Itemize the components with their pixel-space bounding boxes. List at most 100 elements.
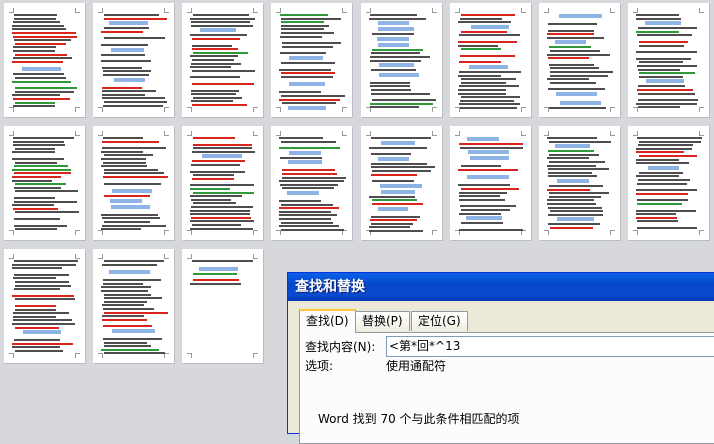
text-line: [104, 27, 149, 30]
text-line: [372, 199, 417, 202]
text-line: [549, 46, 591, 49]
page-corner-mark: [521, 107, 526, 112]
text-line: [102, 304, 144, 307]
page-thumbnail[interactable]: [4, 126, 85, 240]
text-line: [102, 86, 142, 89]
text-line: [459, 212, 501, 215]
page-corner-mark: [521, 8, 526, 13]
text-line: [459, 61, 501, 64]
text-line: [192, 44, 232, 47]
text-line: [192, 38, 240, 40]
page-corner-mark: [98, 131, 103, 136]
text-line: [102, 66, 142, 69]
page-thumbnail[interactable]: [361, 126, 442, 240]
page-corner-mark: [633, 131, 638, 136]
text-line: [15, 161, 57, 164]
text-line: [458, 21, 511, 24]
text-line: [14, 186, 61, 189]
page-corner-mark: [9, 254, 14, 259]
page-thumbnail[interactable]: [4, 249, 85, 363]
page-thumbnail[interactable]: [182, 3, 263, 117]
page-corner-mark: [75, 353, 80, 358]
page-corner-mark: [75, 131, 80, 136]
page-thumbnail[interactable]: [628, 3, 709, 117]
page-thumbnail[interactable]: [539, 126, 620, 240]
text-line: [370, 56, 430, 58]
text-line: [12, 60, 63, 63]
page-thumbnail[interactable]: [271, 3, 352, 117]
tab-goto[interactable]: 定位(G): [411, 311, 468, 331]
text-line: [281, 228, 344, 231]
text-line: [192, 69, 255, 72]
text-line: [192, 48, 238, 51]
text-line: [550, 67, 599, 70]
page-thumbnail[interactable]: [450, 126, 531, 240]
text-line: [12, 294, 74, 297]
text-line: [104, 195, 150, 198]
highlighted-heading-line: [111, 204, 150, 209]
page-thumbnail[interactable]: [628, 126, 709, 240]
tab-replace[interactable]: 替换(P): [355, 311, 410, 331]
text-line: [191, 198, 231, 201]
page-corner-mark: [9, 230, 14, 235]
text-line: [282, 45, 333, 48]
page-thumbnail[interactable]: [93, 126, 174, 240]
text-line: [636, 57, 691, 60]
text-line: [191, 89, 239, 92]
highlighted-heading-line: [112, 189, 152, 194]
page-thumbnail[interactable]: [539, 3, 620, 117]
page-corner-mark: [164, 254, 169, 259]
text-line: [13, 21, 60, 24]
text-line: [550, 50, 600, 52]
text-line: [103, 282, 143, 285]
text-line: [104, 168, 158, 171]
text-line: [103, 161, 146, 164]
highlighted-heading-line: [379, 63, 414, 68]
page-thumbnail[interactable]: [4, 3, 85, 117]
find-replace-dialog: 查找和替换 查找(D) 替换(P) 定位(G) 查找内容(N): 选项: 使用通…: [287, 272, 714, 444]
page-thumbnail[interactable]: [361, 3, 442, 117]
highlighted-heading-line: [112, 329, 155, 333]
page-corner-mark: [164, 131, 169, 136]
text-line: [102, 224, 166, 227]
text-line: [14, 218, 60, 220]
text-line: [101, 290, 148, 292]
text-line: [279, 218, 331, 220]
text-line: [547, 188, 590, 191]
text-line: [192, 104, 247, 106]
text-line: [281, 17, 341, 20]
text-line: [547, 53, 610, 56]
text-line: [636, 216, 677, 219]
text-line: [636, 189, 697, 192]
text-line: [548, 150, 594, 153]
page-thumbnail[interactable]: [93, 3, 174, 117]
dialog-title-bar[interactable]: 查找和替换: [288, 273, 714, 301]
text-line: [639, 75, 683, 78]
text-line: [638, 85, 685, 88]
text-line: [280, 183, 338, 186]
text-line: [102, 315, 144, 318]
text-line: [13, 315, 56, 318]
text-line: [281, 28, 324, 31]
text-line: [279, 225, 339, 228]
page-corner-mark: [9, 353, 14, 358]
text-line: [13, 140, 64, 143]
page-thumbnail[interactable]: [450, 3, 531, 117]
page-thumbnail[interactable]: [182, 126, 263, 240]
page-thumbnail[interactable]: [271, 126, 352, 240]
page-corner-mark: [253, 131, 258, 136]
text-line: [101, 53, 145, 56]
text-line: [461, 96, 520, 99]
find-what-input[interactable]: [386, 336, 714, 357]
page-corner-mark: [610, 230, 615, 235]
text-line: [101, 30, 143, 33]
text-line: [459, 195, 500, 198]
text-line: [102, 140, 159, 143]
tab-find[interactable]: 查找(D): [299, 309, 356, 333]
page-thumbnail[interactable]: [93, 249, 174, 363]
page-thumbnail[interactable]: [182, 249, 263, 363]
text-line: [15, 326, 59, 329]
text-line: [458, 184, 510, 187]
text-line: [548, 29, 594, 32]
text-line: [101, 228, 141, 231]
